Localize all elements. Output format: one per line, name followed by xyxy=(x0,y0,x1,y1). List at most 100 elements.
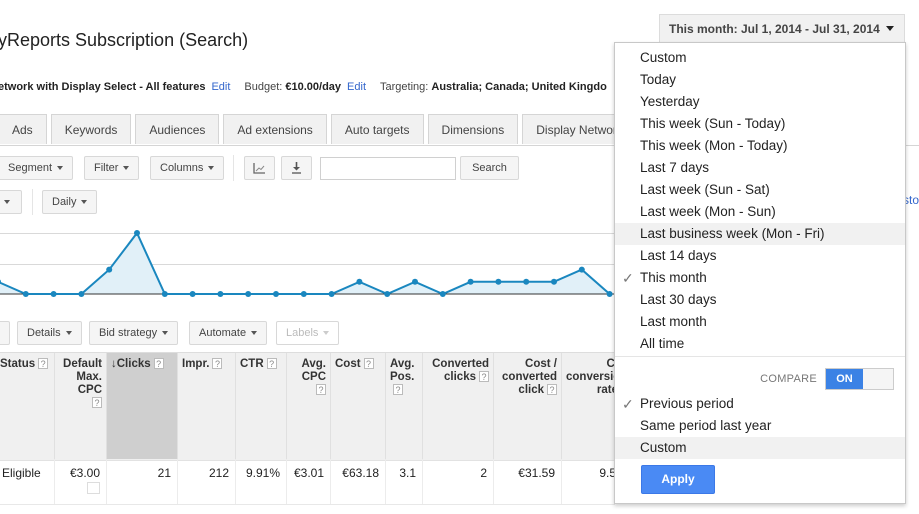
data-point[interactable] xyxy=(273,291,279,297)
date-range-option[interactable]: ✓ This month xyxy=(615,267,905,289)
tab-ads[interactable]: Ads xyxy=(0,114,47,144)
data-point[interactable] xyxy=(134,230,140,236)
column-header-impressions[interactable]: Impr.? xyxy=(178,353,236,459)
filter-dropdown[interactable]: Filter xyxy=(84,156,140,180)
chevron-down-icon xyxy=(65,331,72,336)
column-header-max-cpc[interactable]: Default Max. CPC? xyxy=(55,353,107,459)
data-point[interactable] xyxy=(412,278,418,285)
budget-edit-link[interactable]: Edit xyxy=(347,81,366,93)
chevron-down-icon xyxy=(251,331,258,336)
help-icon[interactable]: ? xyxy=(212,358,223,369)
segment-dropdown[interactable]: Segment xyxy=(0,156,74,180)
column-header-ctr[interactable]: CTR? xyxy=(236,353,287,459)
column-header-conversion-rate[interactable]: Cl conversion rate xyxy=(562,353,627,459)
option-label: This week (Sun - Today) xyxy=(640,116,786,131)
date-range-option[interactable]: This week (Sun - Today) xyxy=(615,113,905,135)
compare-option[interactable]: Same period last year xyxy=(615,415,905,437)
data-point[interactable] xyxy=(50,291,57,297)
labels-dropdown[interactable]: Labels xyxy=(276,321,340,345)
option-label: Custom xyxy=(640,440,687,455)
help-icon[interactable]: ? xyxy=(38,358,49,369)
column-header-cost-per-converted-click[interactable]: Cost / converted click? xyxy=(494,353,562,459)
compare-option[interactable]: Custom xyxy=(615,437,905,459)
date-range-button[interactable]: This month: Jul 1, 2014 - Jul 31, 2014 xyxy=(659,14,905,42)
toggle-graph-button[interactable] xyxy=(244,156,275,180)
date-range-option[interactable]: Yesterday xyxy=(615,91,905,113)
date-range-option[interactable]: Last 30 days xyxy=(615,289,905,311)
columns-dropdown[interactable]: Columns xyxy=(150,156,225,180)
help-icon[interactable]: ? xyxy=(393,384,403,395)
data-point[interactable] xyxy=(578,266,585,273)
chevron-down-icon xyxy=(4,200,10,205)
date-range-option[interactable]: Last 14 days xyxy=(615,245,905,267)
labels-label: Labels xyxy=(286,327,319,339)
column-header-status[interactable]: Status? xyxy=(0,353,55,459)
help-icon[interactable]: ? xyxy=(92,397,102,408)
data-point[interactable] xyxy=(78,291,85,297)
data-point[interactable] xyxy=(439,291,446,297)
data-point[interactable] xyxy=(328,291,335,297)
data-point[interactable] xyxy=(300,291,307,297)
date-range-option[interactable]: Last business week (Mon - Fri) xyxy=(615,223,905,245)
targeting-label: Targeting: xyxy=(380,81,429,93)
chevron-down-icon xyxy=(162,331,169,336)
data-point[interactable] xyxy=(495,278,502,285)
data-point[interactable] xyxy=(217,291,224,297)
date-range-option[interactable]: Last 7 days xyxy=(615,157,905,179)
date-range-option[interactable]: All time xyxy=(615,333,905,355)
search-button[interactable]: Search xyxy=(460,156,519,180)
date-range-option[interactable]: Today xyxy=(615,69,905,91)
date-range-option[interactable]: Last month xyxy=(615,311,905,333)
data-point[interactable] xyxy=(22,291,29,297)
help-icon[interactable]: ? xyxy=(316,384,326,395)
data-point[interactable] xyxy=(551,278,557,285)
date-range-option[interactable]: Last week (Sun - Sat) xyxy=(615,179,905,201)
cell-max-cpc[interactable]: €3.00 xyxy=(55,459,107,504)
date-range-option[interactable]: This week (Mon - Today) xyxy=(615,135,905,157)
tab-keywords[interactable]: Keywords xyxy=(50,114,132,144)
bid-strategy-label: Bid strategy xyxy=(99,327,158,339)
column-header-avg-pos[interactable]: Avg. Pos.? xyxy=(386,353,423,459)
compare-toggle[interactable]: ON xyxy=(825,368,894,390)
compare-option[interactable]: ✓ Previous period xyxy=(615,393,905,415)
data-point[interactable] xyxy=(356,278,363,285)
network-edit-link[interactable]: Edit xyxy=(211,81,230,93)
bid-chart-icon[interactable] xyxy=(87,482,100,494)
help-icon[interactable]: ? xyxy=(479,371,489,382)
help-icon[interactable]: ? xyxy=(153,358,164,369)
date-range-option[interactable]: Last week (Mon - Sun) xyxy=(615,201,905,223)
data-point[interactable] xyxy=(467,278,474,285)
column-header-converted-clicks[interactable]: Converted clicks? xyxy=(423,353,494,459)
help-icon[interactable]: ? xyxy=(363,358,374,369)
apply-button[interactable]: Apply xyxy=(641,465,715,494)
automate-dropdown[interactable]: Automate xyxy=(189,321,268,345)
download-button[interactable] xyxy=(281,156,312,180)
tab-auto-targets[interactable]: Auto targets xyxy=(330,114,424,144)
data-point[interactable] xyxy=(384,291,391,297)
toolbar-separator xyxy=(233,155,234,181)
tab-ad-extensions[interactable]: Ad extensions xyxy=(223,114,327,144)
menu-divider xyxy=(615,356,905,357)
time-granularity-dropdown[interactable]: Daily xyxy=(42,190,98,214)
data-point[interactable] xyxy=(523,278,530,285)
help-icon[interactable]: ? xyxy=(547,384,557,395)
date-range-option[interactable]: Custom xyxy=(615,47,905,69)
data-point[interactable] xyxy=(245,291,252,297)
data-point[interactable] xyxy=(106,266,113,273)
data-point[interactable] xyxy=(606,291,613,297)
edit-dropdown-partial[interactable] xyxy=(0,321,10,345)
data-point[interactable] xyxy=(161,291,168,297)
search-input[interactable] xyxy=(320,157,456,180)
cell-avg-pos: 3.1 xyxy=(386,459,423,504)
daily-label: Daily xyxy=(52,196,77,208)
column-header-clicks[interactable]: ↓Clicks? xyxy=(107,353,178,459)
bid-strategy-dropdown[interactable]: Bid strategy xyxy=(89,321,179,345)
column-header-cost[interactable]: Cost? xyxy=(331,353,386,459)
metric-dropdown[interactable] xyxy=(0,190,22,214)
tab-audiences[interactable]: Audiences xyxy=(135,114,220,144)
column-header-avg-cpc[interactable]: Avg. CPC? xyxy=(287,353,331,459)
data-point[interactable] xyxy=(189,291,196,297)
details-dropdown[interactable]: Details xyxy=(17,321,82,345)
help-icon[interactable]: ? xyxy=(266,358,277,369)
tab-dimensions[interactable]: Dimensions xyxy=(427,114,519,144)
